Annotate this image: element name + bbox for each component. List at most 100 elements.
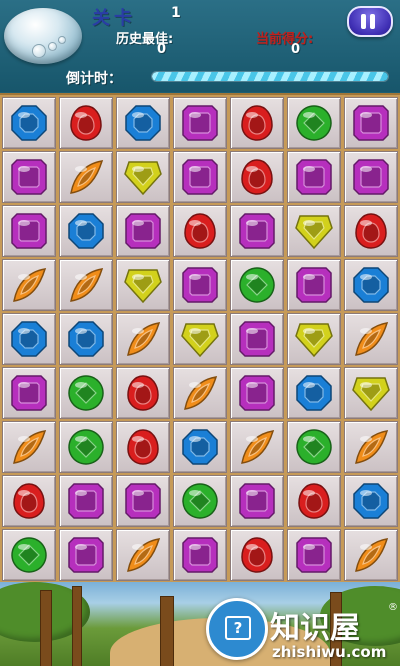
purple-square-gem-icon xyxy=(125,213,161,249)
board-cell[interactable] xyxy=(2,529,56,581)
board-cell[interactable] xyxy=(173,205,227,257)
purple-square-gem-icon xyxy=(125,483,161,519)
current-score-label: 当前得分: xyxy=(256,32,314,47)
board-cell[interactable] xyxy=(173,259,227,311)
board-cell[interactable] xyxy=(59,313,113,365)
yellow-pentagon-gem-icon xyxy=(352,377,390,412)
board-cell[interactable] xyxy=(173,367,227,419)
board-cell[interactable] xyxy=(230,421,284,473)
purple-square-gem-icon xyxy=(182,159,218,195)
level-value: 1 xyxy=(171,5,181,21)
board-cell[interactable] xyxy=(287,151,341,203)
board-cell[interactable] xyxy=(59,205,113,257)
purple-square-gem-icon xyxy=(239,483,275,519)
purple-square-gem-icon xyxy=(296,267,332,303)
board-cell[interactable] xyxy=(173,475,227,527)
orange-leaf-gem-icon xyxy=(355,538,389,572)
board-cell[interactable] xyxy=(230,529,284,581)
board-cell[interactable] xyxy=(230,205,284,257)
board-cell[interactable] xyxy=(344,421,398,473)
watermark-brand: 知识屋 xyxy=(270,611,360,646)
bubble-dot-icon xyxy=(32,44,46,58)
red-drop-gem-icon xyxy=(241,105,273,141)
orange-leaf-gem-icon xyxy=(241,430,275,464)
board-cell[interactable] xyxy=(344,529,398,581)
board-cell[interactable] xyxy=(230,97,284,149)
board-cell[interactable] xyxy=(230,151,284,203)
purple-square-gem-icon xyxy=(68,537,104,573)
purple-square-gem-icon xyxy=(296,159,332,195)
board-cell[interactable] xyxy=(116,151,170,203)
board-cell[interactable] xyxy=(2,259,56,311)
blue-octagon-gem-icon xyxy=(182,429,218,465)
board-cell[interactable] xyxy=(2,313,56,365)
board-cell[interactable] xyxy=(344,205,398,257)
best-score-value: 0 xyxy=(157,42,167,57)
board-cell[interactable] xyxy=(173,97,227,149)
board-cell[interactable] xyxy=(2,97,56,149)
board-cell[interactable] xyxy=(116,259,170,311)
board-cell[interactable] xyxy=(173,151,227,203)
board-cell[interactable] xyxy=(2,421,56,473)
board-cell[interactable] xyxy=(59,475,113,527)
board-cell[interactable] xyxy=(59,151,113,203)
game-hud: 关卡 1 历史最佳: 0 当前得分: 0 倒计时： xyxy=(0,0,400,92)
board-cell[interactable] xyxy=(116,313,170,365)
board-cell[interactable] xyxy=(287,205,341,257)
board-cell[interactable] xyxy=(287,97,341,149)
board-cell[interactable] xyxy=(344,97,398,149)
board-cell[interactable] xyxy=(287,421,341,473)
orange-leaf-gem-icon xyxy=(127,538,161,572)
board-cell[interactable] xyxy=(230,259,284,311)
pause-button[interactable] xyxy=(347,6,393,37)
orange-leaf-gem-icon xyxy=(127,322,161,356)
purple-square-gem-icon xyxy=(182,537,218,573)
board-cell[interactable] xyxy=(2,475,56,527)
board-cell[interactable] xyxy=(344,367,398,419)
board-cell[interactable] xyxy=(287,367,341,419)
board-cell[interactable] xyxy=(344,151,398,203)
board-cell[interactable] xyxy=(230,313,284,365)
board-cell[interactable] xyxy=(116,529,170,581)
board-cell[interactable] xyxy=(59,259,113,311)
board-cell[interactable] xyxy=(2,367,56,419)
board-cell[interactable] xyxy=(59,529,113,581)
board-cell[interactable] xyxy=(344,475,398,527)
board-cell[interactable] xyxy=(116,367,170,419)
board-cell[interactable] xyxy=(344,313,398,365)
board-cell[interactable] xyxy=(173,421,227,473)
help-badge: ? xyxy=(206,598,268,660)
level-label: 关卡 xyxy=(92,8,136,29)
board-cell[interactable] xyxy=(344,259,398,311)
orange-leaf-gem-icon xyxy=(13,268,47,302)
board-cell[interactable] xyxy=(59,367,113,419)
board-cell[interactable] xyxy=(116,205,170,257)
board-cell[interactable] xyxy=(116,97,170,149)
orange-leaf-gem-icon xyxy=(70,268,104,302)
board-cell[interactable] xyxy=(173,313,227,365)
timer-label: 倒计时： xyxy=(66,71,122,87)
blue-octagon-gem-icon xyxy=(296,375,332,411)
board-cell[interactable] xyxy=(2,205,56,257)
board-cell[interactable] xyxy=(116,475,170,527)
board-cell[interactable] xyxy=(230,367,284,419)
board-cell[interactable] xyxy=(173,529,227,581)
yellow-pentagon-gem-icon xyxy=(295,323,333,358)
orange-leaf-gem-icon xyxy=(13,430,47,464)
blue-octagon-gem-icon xyxy=(68,213,104,249)
board-cell[interactable] xyxy=(59,421,113,473)
red-drop-gem-icon xyxy=(13,483,45,519)
board-cell[interactable] xyxy=(230,475,284,527)
blue-octagon-gem-icon xyxy=(353,267,389,303)
board-cell[interactable] xyxy=(116,421,170,473)
board-cell[interactable] xyxy=(59,97,113,149)
purple-square-gem-icon xyxy=(182,267,218,303)
board-cell[interactable] xyxy=(287,529,341,581)
red-drop-gem-icon xyxy=(355,213,387,249)
board-cell[interactable] xyxy=(287,259,341,311)
board-cell[interactable] xyxy=(287,313,341,365)
board-cell[interactable] xyxy=(2,151,56,203)
question-mark-icon: ? xyxy=(225,616,251,640)
board-cell[interactable] xyxy=(287,475,341,527)
red-drop-gem-icon xyxy=(127,429,159,465)
